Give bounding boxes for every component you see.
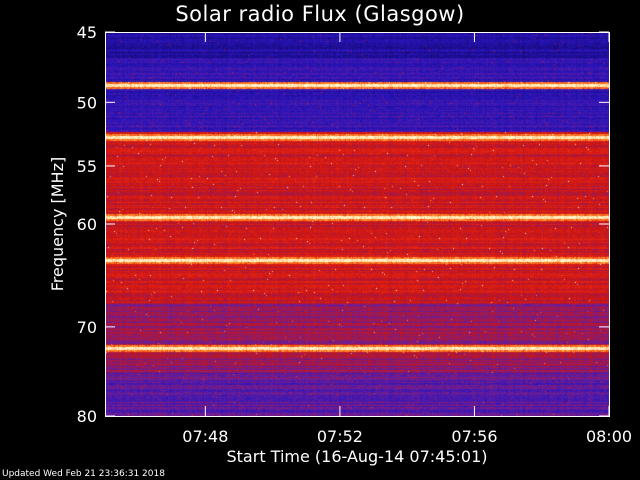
x-axis-ticks: 07:48 07:52 07:56 08:00 (182, 32, 632, 446)
y-axis-ticks: 45 50 55 60 70 80 (77, 23, 609, 426)
x-tick-label: 08:00 (586, 427, 632, 446)
y-tick-label: 50 (77, 93, 97, 112)
y-tick-label: 45 (77, 23, 97, 42)
x-tick-label: 07:48 (182, 427, 228, 446)
chart-axes: 45 50 55 60 70 80 07:48 07:52 07:56 08:00 Freque… (48, 23, 632, 466)
y-axis-label: Frequency [MHz] (48, 157, 67, 291)
y-tick-label: 55 (77, 157, 97, 176)
update-timestamp: Updated Wed Feb 21 23:36:31 2018 (2, 469, 165, 479)
y-tick-label: 60 (77, 215, 97, 234)
x-tick-label: 07:56 (451, 427, 497, 446)
y-tick-label: 80 (77, 407, 97, 426)
x-axis-label: Start Time (16-Aug-14 07:45:01) (227, 447, 488, 466)
y-tick-label: 70 (77, 318, 97, 337)
x-tick-label: 07:52 (317, 427, 363, 446)
